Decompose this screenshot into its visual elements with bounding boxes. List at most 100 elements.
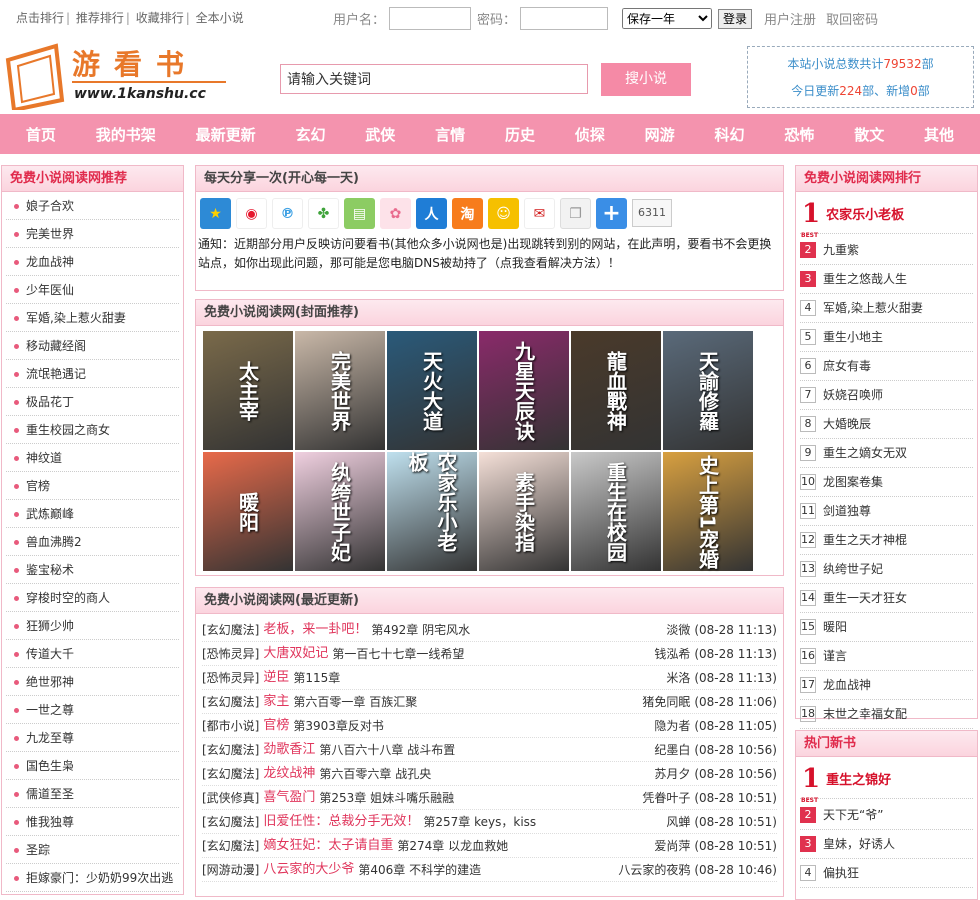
left-list-item[interactable]: 龙血战神 (6, 248, 179, 276)
update-category[interactable]: [玄幻魔法] (202, 690, 259, 713)
smile-icon[interactable]: ☺ (488, 198, 519, 229)
rank-title[interactable]: 龙血战神 (823, 671, 871, 700)
search-button[interactable]: 搜小说 (601, 63, 691, 96)
update-author[interactable]: 凭眷叶子 (642, 786, 690, 809)
rank-title[interactable]: 军婚,染上惹火甜妻 (823, 294, 923, 323)
update-chapter[interactable]: 第六百零一章 百族汇聚 (293, 690, 642, 713)
rank-item[interactable]: 18 末世之幸福女配 (800, 700, 973, 729)
weibo-icon[interactable]: ◉ (236, 198, 267, 229)
book-cover[interactable]: 史上第1宠婚 (663, 452, 753, 571)
password-input[interactable] (520, 7, 609, 30)
rank-title[interactable]: 谨言 (823, 642, 847, 671)
rank-item[interactable]: 17 龙血战神 (800, 671, 973, 700)
rank-title[interactable]: 重生小地主 (823, 323, 883, 352)
rank-title[interactable]: 重生之天才神棍 (823, 526, 907, 555)
update-category[interactable]: [玄幻魔法] (202, 738, 259, 761)
nav-latest[interactable]: 最新更新 (196, 124, 256, 145)
plus-icon[interactable]: + (596, 198, 627, 229)
left-list-item[interactable]: 穿梭时空的商人 (6, 584, 179, 612)
nav-wuxia[interactable]: 武侠 (365, 124, 395, 145)
left-list-item[interactable]: 官榜 (6, 472, 179, 500)
update-author[interactable]: 纪墨白 (654, 738, 690, 761)
copy-icon[interactable]: ❐ (560, 198, 591, 229)
update-category[interactable]: [都市小说] (202, 714, 259, 737)
nav-history[interactable]: 历史 (505, 124, 535, 145)
update-author[interactable]: 风蝉 (666, 810, 690, 833)
notice-text[interactable]: 通知：近期部分用户反映访问要看书(其他众多小说网也是)出现跳转到别的网站，在此声… (196, 229, 783, 273)
register-link[interactable]: 用户注册 (764, 9, 816, 28)
update-chapter[interactable]: 第八百六十八章 战斗布置 (319, 738, 654, 761)
rank-title[interactable]: 纨绔世子妃 (823, 555, 883, 584)
update-book-title[interactable]: 家主 (263, 690, 289, 713)
rank-item[interactable]: 2 九重紫 (800, 236, 973, 265)
left-list-item[interactable]: 拒嫁豪门：少奶奶99次出逃 (6, 864, 179, 892)
rank-first-item[interactable]: 1 BEST 农家乐小老板 (800, 194, 973, 239)
book-cover[interactable]: 纨绔世子妃 (295, 452, 385, 571)
rank-item[interactable]: 12 重生之天才神棍 (800, 526, 973, 555)
rank-title[interactable]: 大婚晚辰 (823, 410, 871, 439)
left-list-item[interactable]: 娘子合欢 (6, 192, 179, 220)
left-list-item[interactable]: 狂狮少帅 (6, 612, 179, 640)
rank-title[interactable]: 妖娆召唤师 (823, 381, 883, 410)
left-list-item[interactable]: 鉴宝秘术 (6, 556, 179, 584)
update-category[interactable]: [恐怖灵异] (202, 642, 259, 665)
kaixin-icon[interactable]: ▤ (344, 198, 375, 229)
left-list-item[interactable]: 流氓艳遇记 (6, 360, 179, 388)
nav-online-game[interactable]: 网游 (645, 124, 675, 145)
top-link-click-rank[interactable]: 点击排行 (16, 11, 64, 25)
rank-item[interactable]: 4 军婚,染上惹火甜妻 (800, 294, 973, 323)
left-list-item[interactable]: 国色生枭 (6, 752, 179, 780)
update-author[interactable]: 米洛 (666, 666, 690, 689)
left-list-item[interactable]: 绝世邪神 (6, 668, 179, 696)
hot-title[interactable]: 皇妹，好诱人 (823, 830, 895, 859)
update-chapter[interactable]: 第492章 阴宅风水 (371, 618, 666, 641)
book-cover[interactable]: 素手染指 (479, 452, 569, 571)
nav-detective[interactable]: 侦探 (575, 124, 605, 145)
book-cover[interactable]: 重生在校园 (571, 452, 661, 571)
top-link-complete[interactable]: 全本小说 (196, 11, 244, 25)
nav-other[interactable]: 其他 (924, 124, 954, 145)
update-category[interactable]: [玄幻魔法] (202, 810, 259, 833)
update-book-title[interactable]: 龙纹战神 (263, 762, 315, 785)
left-list-item[interactable]: 兽血沸腾2 (6, 528, 179, 556)
rank-item[interactable]: 13 纨绔世子妃 (800, 555, 973, 584)
left-list-item[interactable]: 九龙至尊 (6, 724, 179, 752)
update-chapter[interactable]: 第274章 以龙血救她 (397, 834, 654, 857)
update-author[interactable]: 钱泓希 (654, 642, 690, 665)
left-list-item[interactable]: 武炼巅峰 (6, 500, 179, 528)
left-list-item[interactable]: 军婚,染上惹火甜妻 (6, 304, 179, 332)
update-category[interactable]: [玄幻魔法] (202, 762, 259, 785)
flower-icon[interactable]: ✿ (380, 198, 411, 229)
left-list-item[interactable]: 移动藏经阁 (6, 332, 179, 360)
update-category[interactable]: [恐怖灵异] (202, 666, 259, 689)
rank-title[interactable]: 剑道独尊 (823, 497, 871, 526)
rank-title[interactable]: 暖阳 (823, 613, 847, 642)
left-list-item[interactable]: 少年医仙 (6, 276, 179, 304)
nav-scifi[interactable]: 科幻 (715, 124, 745, 145)
book-cover[interactable]: 完美世界 (295, 331, 385, 450)
update-book-title[interactable]: 喜气盈门 (263, 786, 315, 809)
tencent-weibo-icon[interactable]: ℗ (272, 198, 303, 229)
book-cover[interactable]: 天火大道 (387, 331, 477, 450)
rank-title[interactable]: 九重紫 (823, 236, 859, 265)
renren-icon[interactable]: 人 (416, 198, 447, 229)
rank-title[interactable]: 庶女有毒 (823, 352, 871, 381)
hot-item[interactable]: 2 天下无“爷” (800, 801, 973, 830)
book-cover[interactable]: 天諭修羅 (663, 331, 753, 450)
book-cover[interactable]: 龍血戰神 (571, 331, 661, 450)
nav-horror[interactable]: 恐怖 (784, 124, 814, 145)
rank-item[interactable]: 15 暖阳 (800, 613, 973, 642)
forgot-password-link[interactable]: 取回密码 (826, 9, 878, 28)
rank-title[interactable]: 末世之幸福女配 (823, 700, 907, 729)
rank-item[interactable]: 14 重生一天才狂女 (800, 584, 973, 613)
left-list-item[interactable]: 神纹道 (6, 444, 179, 472)
update-category[interactable]: [玄幻魔法] (202, 834, 259, 857)
top-link-favorite-rank[interactable]: 收藏排行 (136, 11, 184, 25)
site-logo[interactable]: 游看书 www.1kanshu.cc (4, 42, 229, 113)
rank-item[interactable]: 8 大婚晚辰 (800, 410, 973, 439)
hot-item[interactable]: 4 偏执狂 (800, 859, 973, 888)
login-button[interactable]: 登录 (718, 8, 753, 29)
update-author[interactable]: 淡微 (666, 618, 690, 641)
update-book-title[interactable]: 官榜 (263, 714, 289, 737)
nav-prose[interactable]: 散文 (854, 124, 884, 145)
